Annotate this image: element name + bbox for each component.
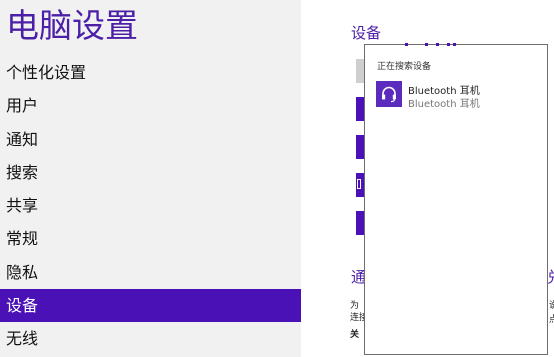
nav-list: 个性化设置 用户 通知 搜索 共享 常规 隐私 设备 无线 [0,56,301,356]
progress-dot [453,43,456,46]
nav-item-privacy[interactable]: 隐私 [0,256,301,289]
searching-status: 正在搜索设备 [377,62,432,72]
nav-item-devices[interactable]: 设备 [0,289,301,323]
headset-icon [382,86,396,103]
nav-item-personalize[interactable]: 个性化设置 [0,56,301,89]
nav-item-share[interactable]: 共享 [0,189,301,222]
partial-text-right: 说 [549,301,554,311]
app-title: 电脑设置 [6,6,138,45]
partial-toggle-label: 关 [350,330,360,340]
progress-dot [436,43,439,46]
progress-dot [405,43,408,46]
nav-item-notifications[interactable]: 通知 [0,123,301,156]
searching-progress-indicator [405,43,465,49]
device-list-item[interactable]: Bluetooth 耳机 Bluetooth 耳机 [376,80,542,110]
device-glyph-icon [357,179,361,189]
nav-item-general[interactable]: 常规 [0,222,301,255]
section-title: 设备 [351,24,382,42]
progress-dot [425,43,428,46]
settings-nav-pane: 电脑设置 个性化设置 用户 通知 搜索 共享 常规 隐私 设备 无线 [0,0,301,357]
partial-heading-right: 兑 [547,266,554,287]
device-type: Bluetooth 耳机 [408,99,480,110]
nav-item-users[interactable]: 用户 [0,89,301,122]
nav-item-wireless[interactable]: 无线 [0,322,301,355]
nav-item-search[interactable]: 搜索 [0,156,301,189]
device-tile [376,81,402,107]
progress-dot [447,43,450,46]
add-device-flyout: 正在搜索设备 Bluetooth 耳机 Bluetooth 耳机 [364,43,548,355]
partial-text-right: 点 [549,315,554,325]
